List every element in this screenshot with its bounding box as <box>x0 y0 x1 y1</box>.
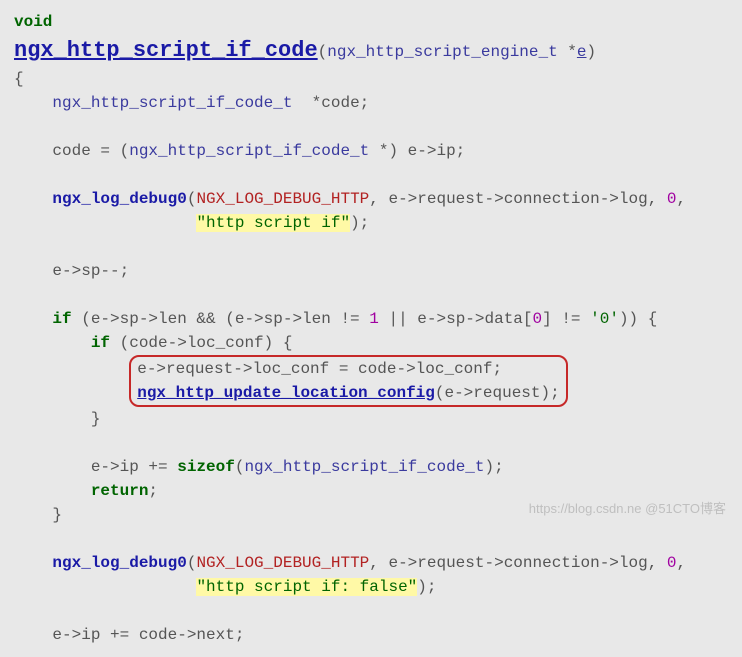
keyword-return: return <box>91 482 149 500</box>
cast-type: ngx_http_script_if_code_t <box>129 142 369 160</box>
sp-dec: e->sp--; <box>14 262 129 280</box>
param-type: ngx_http_script_engine_t <box>327 43 557 61</box>
cond-a: (e->sp->len && (e->sp->len != <box>72 310 370 328</box>
num-zero-idx: 0 <box>533 310 543 328</box>
keyword-if-2: if <box>91 334 110 352</box>
args-1: , e->request->connection->log, <box>369 190 667 208</box>
cond-d: )) { <box>619 310 657 328</box>
ip-add-a: e->ip += <box>14 458 177 476</box>
p: ( <box>187 190 197 208</box>
num-zero-2: 0 <box>667 554 677 572</box>
assign-loc-conf: e->request->loc_conf = code->loc_conf; <box>137 360 502 378</box>
assign-1b: *) e->ip; <box>369 142 465 160</box>
fn-decl-name: ngx_http_script_if_code <box>14 38 318 63</box>
paren-open: ( <box>318 43 328 61</box>
comma-2: , <box>677 554 687 572</box>
char-zero: '0' <box>590 310 619 328</box>
brace-open: { <box>14 70 24 88</box>
highlight-box: e->request->loc_conf = code->loc_conf; n… <box>129 355 567 407</box>
brace-close-inner: } <box>14 410 100 428</box>
cond-loc-conf: (code->loc_conf) { <box>110 334 292 352</box>
cond-b: || e->sp->data[ <box>379 310 533 328</box>
brace-close-if: } <box>14 506 62 524</box>
p2: ( <box>187 554 197 572</box>
args-2: , e->request->connection->log, <box>369 554 667 572</box>
ip-add-next: e->ip += code->next; <box>14 626 244 644</box>
string-1: "http script if" <box>196 214 350 232</box>
local-type: ngx_http_script_if_code_t <box>52 94 292 112</box>
return-semi: ; <box>148 482 158 500</box>
macro-debug-http-1: NGX_LOG_DEBUG_HTTP <box>196 190 369 208</box>
num-one: 1 <box>369 310 379 328</box>
keyword-if-1: if <box>52 310 71 328</box>
fn-call-update-config: ngx_http_update_location_config <box>137 384 435 402</box>
keyword-sizeof: sizeof <box>177 458 235 476</box>
cond-c: ] != <box>542 310 590 328</box>
num-zero-1: 0 <box>667 190 677 208</box>
code-block: void ngx_http_script_if_code(ngx_http_sc… <box>0 0 742 657</box>
param-e: e <box>577 43 587 61</box>
macro-debug-http-2: NGX_LOG_DEBUG_HTTP <box>196 554 369 572</box>
string-2: "http script if: false" <box>196 578 417 596</box>
keyword-void: void <box>14 13 52 31</box>
assign-1a: code = ( <box>14 142 129 160</box>
star: * <box>558 43 577 61</box>
sizeof-close: ); <box>485 458 504 476</box>
local-var: *code; <box>292 94 369 112</box>
paren-close: ) <box>587 43 597 61</box>
fn-call-debug-1: ngx_log_debug0 <box>52 190 186 208</box>
sizeof-type: ngx_http_script_if_code_t <box>244 458 484 476</box>
call-args-2: (e->request); <box>435 384 560 402</box>
comma-1: , <box>677 190 687 208</box>
fn-call-debug-2: ngx_log_debug0 <box>52 554 186 572</box>
sizeof-open: ( <box>235 458 245 476</box>
end-2: ); <box>417 578 436 596</box>
end-1: ); <box>350 214 369 232</box>
watermark: https://blog.csdn.ne @51CTO博客 <box>529 499 726 519</box>
